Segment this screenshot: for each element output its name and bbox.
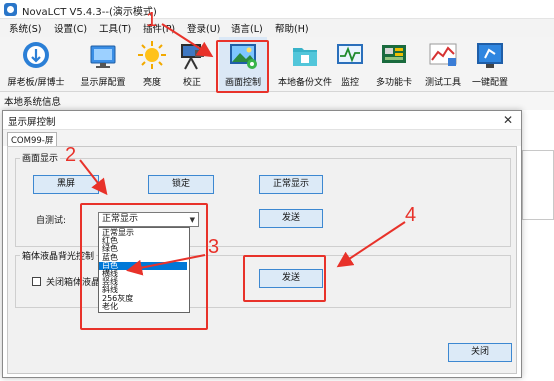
arrow-4 <box>336 221 406 268</box>
annotation-number-2: 2 <box>65 144 77 166</box>
arrow-2 <box>79 159 108 196</box>
annotation-number-4: 4 <box>405 204 417 226</box>
arrow-3 <box>126 254 206 276</box>
annotation-number-1: 1 <box>146 9 158 31</box>
annotation-arrows <box>79 23 406 276</box>
arrow-1 <box>161 23 214 58</box>
annotation-number-3: 3 <box>208 236 220 258</box>
